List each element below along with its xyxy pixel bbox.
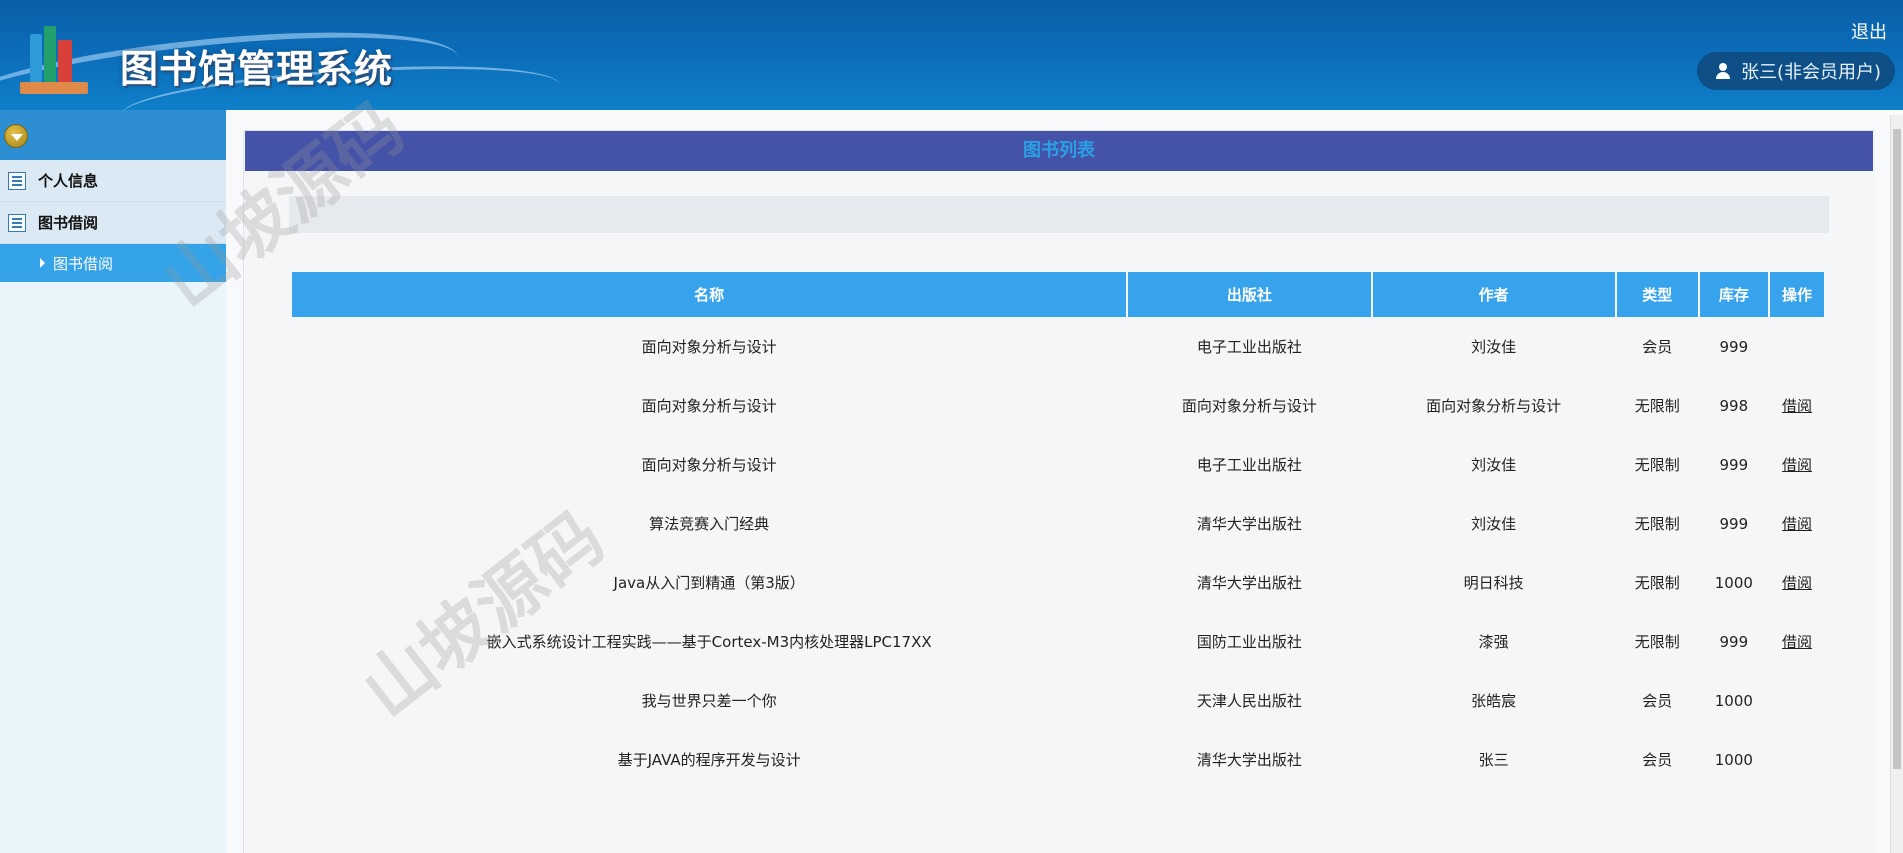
list-icon — [8, 213, 26, 232]
book-type: 会员 — [1642, 750, 1673, 769]
book-stock: 1000 — [1714, 573, 1753, 592]
table-row: 面向对象分析与设计 面向对象分析与设计 面向对象分析与设计 无限制 998 借阅 — [292, 376, 1824, 435]
table-row: 基于JAVA的程序开发与设计 清华大学出版社 张三 会员 1000 — [292, 730, 1824, 789]
book-author: 刘汝佳 — [1471, 337, 1517, 356]
table-row: 面向对象分析与设计 电子工业出版社 刘汝佳 无限制 999 借阅 — [292, 435, 1824, 494]
book-name: Java从入门到精通（第3版） — [613, 573, 805, 592]
app-header: 图书馆管理系统 退出 张三(非会员用户) — [0, 0, 1903, 110]
panel-title: 图书列表 — [245, 131, 1873, 171]
borrow-link[interactable]: 借阅 — [1782, 633, 1812, 651]
book-name: 面向对象分析与设计 — [641, 337, 777, 356]
borrow-link[interactable]: 借阅 — [1782, 456, 1812, 474]
scrollbar-thumb[interactable] — [1893, 129, 1901, 769]
borrow-link[interactable]: 借阅 — [1782, 397, 1812, 415]
user-icon — [1715, 63, 1731, 79]
book-action — [1770, 671, 1824, 730]
book-type: 无限制 — [1634, 396, 1680, 415]
book-table: 名称 出版社 作者 类型 库存 操作 面向对象分析与设计 电子工业出版社 刘汝佳… — [290, 272, 1826, 789]
book-author: 张皓宸 — [1471, 691, 1517, 710]
column-header: 名称 — [292, 272, 1127, 317]
table-header-row: 名称 出版社 作者 类型 库存 操作 — [292, 272, 1824, 317]
book-author: 张三 — [1478, 750, 1509, 769]
table-row: 算法竞赛入门经典 清华大学出版社 刘汝佳 无限制 999 借阅 — [292, 494, 1824, 553]
book-author: 面向对象分析与设计 — [1426, 396, 1562, 415]
book-stock: 999 — [1719, 455, 1749, 474]
book-action: 借阅 — [1770, 553, 1824, 612]
user-name: 张三(非会员用户) — [1740, 62, 1881, 83]
book-type: 会员 — [1642, 337, 1673, 356]
list-icon — [8, 171, 26, 190]
book-type: 无限制 — [1634, 514, 1680, 533]
submenu-item-book-borrow[interactable]: 图书借阅 — [0, 244, 226, 282]
book-publisher: 面向对象分析与设计 — [1181, 396, 1317, 415]
book-action — [1770, 730, 1824, 789]
book-name: 我与世界只差一个你 — [641, 691, 777, 710]
book-name: 面向对象分析与设计 — [641, 455, 777, 474]
book-action: 借阅 — [1770, 435, 1824, 494]
book-publisher: 电子工业出版社 — [1196, 455, 1302, 474]
book-action: 借阅 — [1770, 494, 1824, 553]
search-bar — [289, 196, 1829, 233]
book-type: 会员 — [1642, 691, 1673, 710]
book-author: 刘汝佳 — [1471, 514, 1517, 533]
book-type: 无限制 — [1634, 573, 1680, 592]
sidebar-item-label: 个人信息 — [38, 172, 99, 190]
table-row: Java从入门到精通（第3版） 清华大学出版社 明日科技 无限制 1000 借阅 — [292, 553, 1824, 612]
book-action: 借阅 — [1770, 612, 1824, 671]
borrow-link[interactable]: 借阅 — [1782, 574, 1812, 592]
book-name: 嵌入式系统设计工程实践——基于Cortex-M3内核处理器LPC17XX — [486, 632, 932, 651]
submenu-item-label: 图书借阅 — [53, 254, 114, 273]
table-row: 嵌入式系统设计工程实践——基于Cortex-M3内核处理器LPC17XX 国防工… — [292, 612, 1824, 671]
book-stock: 999 — [1719, 632, 1749, 651]
sidebar: 个人信息 图书借阅 图书借阅 — [0, 110, 226, 853]
book-stock: 999 — [1719, 514, 1749, 533]
app-title: 图书馆管理系统 — [120, 47, 394, 91]
book-publisher: 电子工业出版社 — [1196, 337, 1302, 356]
sidebar-item-personal-info[interactable]: 个人信息 — [0, 160, 226, 202]
logout-link[interactable]: 退出 — [1851, 18, 1887, 44]
book-publisher: 国防工业出版社 — [1196, 632, 1302, 651]
vertical-scrollbar[interactable] — [1890, 115, 1903, 853]
collapse-toggle-icon[interactable] — [4, 124, 28, 148]
book-stock: 998 — [1719, 396, 1749, 415]
book-publisher: 清华大学出版社 — [1196, 514, 1302, 533]
book-action — [1770, 317, 1824, 376]
column-header: 库存 — [1699, 272, 1769, 317]
column-header: 作者 — [1372, 272, 1615, 317]
book-stock: 1000 — [1714, 691, 1753, 710]
book-author: 刘汝佳 — [1471, 455, 1517, 474]
book-stock: 1000 — [1714, 750, 1753, 769]
caret-right-icon — [40, 258, 45, 268]
book-publisher: 清华大学出版社 — [1196, 750, 1302, 769]
book-name: 基于JAVA的程序开发与设计 — [617, 750, 801, 769]
sidebar-top — [0, 110, 226, 160]
user-badge[interactable]: 张三(非会员用户) — [1696, 52, 1895, 90]
book-action: 借阅 — [1770, 376, 1824, 435]
book-author: 漆强 — [1478, 632, 1509, 651]
book-name: 算法竞赛入门经典 — [649, 514, 770, 533]
book-name: 面向对象分析与设计 — [641, 396, 777, 415]
column-header: 操作 — [1770, 272, 1824, 317]
books-logo-icon — [20, 22, 90, 94]
column-header: 类型 — [1616, 272, 1698, 317]
column-header: 出版社 — [1128, 272, 1371, 317]
table-row: 面向对象分析与设计 电子工业出版社 刘汝佳 会员 999 — [292, 317, 1824, 376]
book-type: 无限制 — [1634, 455, 1680, 474]
borrow-link[interactable]: 借阅 — [1782, 515, 1812, 533]
sidebar-item-book-borrow[interactable]: 图书借阅 — [0, 202, 226, 244]
table-row: 我与世界只差一个你 天津人民出版社 张皓宸 会员 1000 — [292, 671, 1824, 730]
sidebar-item-label: 图书借阅 — [38, 214, 99, 232]
book-publisher: 天津人民出版社 — [1196, 691, 1302, 710]
book-stock: 999 — [1719, 337, 1749, 356]
book-author: 明日科技 — [1463, 573, 1524, 592]
book-publisher: 清华大学出版社 — [1196, 573, 1302, 592]
book-type: 无限制 — [1634, 632, 1680, 651]
